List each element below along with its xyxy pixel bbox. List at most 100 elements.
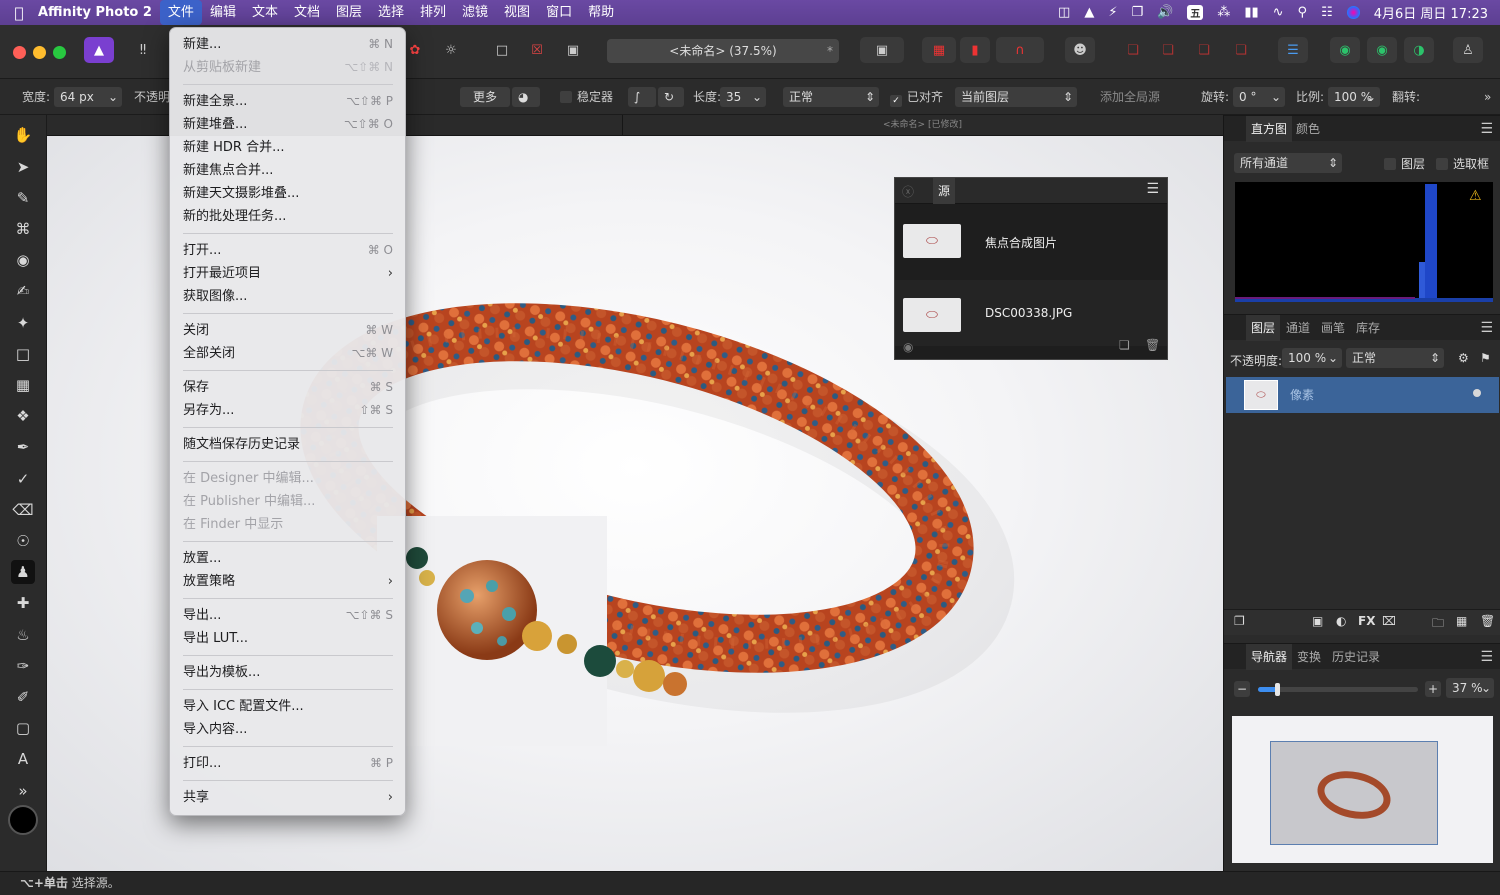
pen-tool-icon[interactable]: ✐ bbox=[11, 685, 35, 709]
bluetooth-icon[interactable]: ⁂ bbox=[1217, 5, 1230, 20]
live-filter-icon[interactable]: ⌧ bbox=[1382, 614, 1396, 628]
pressure-icon[interactable]: ◕ bbox=[512, 87, 540, 107]
minimize-window-button[interactable] bbox=[33, 46, 46, 59]
blend-mode-select[interactable]: 正常 ⇕ bbox=[783, 87, 879, 107]
tab-color[interactable]: 颜色 bbox=[1296, 116, 1320, 142]
snapping-icon[interactable]: ▦ bbox=[922, 37, 956, 63]
red-eye-tool-icon[interactable]: ◉ bbox=[11, 248, 35, 272]
paint-brush-tool-icon[interactable]: ✒ bbox=[11, 435, 35, 459]
more-tools-chevron-icon[interactable]: » bbox=[11, 779, 35, 803]
invert-selection-icon[interactable]: ▣ bbox=[558, 37, 588, 63]
hand-tool-icon[interactable]: ✋ bbox=[11, 123, 35, 147]
retouch-brush-tool-icon[interactable]: ✑ bbox=[11, 654, 35, 678]
clone-stamp-tool-icon[interactable]: ♟ bbox=[11, 560, 35, 584]
move-backward-icon[interactable]: ❏ bbox=[1153, 37, 1183, 63]
menu-view[interactable]: 视图 bbox=[496, 0, 538, 25]
layer-blend-select[interactable]: 正常 ⇕ bbox=[1346, 348, 1444, 368]
zoom-slider[interactable] bbox=[1258, 683, 1418, 696]
source-item[interactable]: ⬭ DSC00338.JPG bbox=[895, 280, 1167, 346]
panel-menu-icon[interactable]: ☰ bbox=[1146, 181, 1159, 197]
document-title-field[interactable]: <未命名> (37.5%) * bbox=[607, 39, 839, 63]
aligned-checkbox[interactable]: ✓ 已对齐 bbox=[890, 79, 943, 115]
app-status-icon[interactable]: ▲ bbox=[1084, 5, 1094, 20]
tab-stock[interactable]: 库存 bbox=[1356, 315, 1380, 341]
close-window-button[interactable] bbox=[13, 46, 26, 59]
crop-tool-icon[interactable]: ⌘ bbox=[11, 217, 35, 241]
file-menu-item[interactable]: 打开... ⌘ O bbox=[175, 239, 401, 262]
file-menu-item[interactable]: 放置... bbox=[175, 547, 401, 570]
eye-icon[interactable]: ◉ bbox=[903, 340, 913, 354]
tab-channels[interactable]: 通道 bbox=[1286, 315, 1310, 341]
stabilizer-checkbox[interactable]: 稳定器 bbox=[560, 79, 613, 115]
layer-styles-icon[interactable]: ❐ bbox=[1234, 614, 1245, 628]
sharpen-tool-icon[interactable]: ♨ bbox=[11, 623, 35, 647]
boolean-xor-icon[interactable]: ◑ bbox=[1404, 37, 1434, 63]
file-menu-item[interactable]: 打开最近项目 › bbox=[175, 262, 401, 285]
tab-transform[interactable]: 变换 bbox=[1297, 644, 1321, 670]
more-button[interactable]: 更多 bbox=[460, 87, 510, 107]
file-menu-item[interactable]: 新建焦点合并... bbox=[175, 159, 401, 182]
file-menu-item[interactable]: 关闭 ⌘ W bbox=[175, 319, 401, 342]
tab-brushes[interactable]: 画笔 bbox=[1321, 315, 1345, 341]
mask-icon[interactable]: ▣ bbox=[1312, 614, 1323, 628]
menu-filters[interactable]: 滤镜 bbox=[454, 0, 496, 25]
file-menu-item[interactable]: 随文档保存历史记录 bbox=[175, 433, 401, 456]
zoom-in-button[interactable]: + bbox=[1425, 681, 1441, 697]
deselect-icon[interactable]: ☒ bbox=[522, 37, 552, 63]
display-icon[interactable]: ◫ bbox=[1058, 5, 1070, 20]
quick-mask-icon[interactable]: ▣ bbox=[860, 37, 904, 63]
file-menu-item[interactable]: 放置策略 › bbox=[175, 570, 401, 593]
zoom-window-button[interactable] bbox=[53, 46, 66, 59]
marquee-checkbox[interactable]: 选取框 bbox=[1436, 155, 1489, 172]
file-menu-item[interactable]: 全部关闭 ⌥⌘ W bbox=[175, 342, 401, 365]
erase-tool-icon[interactable]: ⌫ bbox=[11, 498, 35, 522]
rope-mode-icon[interactable]: ∫ bbox=[628, 87, 656, 107]
boolean-add-icon[interactable]: ◉ bbox=[1330, 37, 1360, 63]
window-icon[interactable]: ❐ bbox=[1131, 5, 1143, 20]
document-tab[interactable]: <未命名> [已修改] bbox=[622, 115, 1222, 136]
clock[interactable]: 4月6日 周日 17:23 bbox=[1374, 3, 1488, 22]
control-center-icon[interactable]: ☷ bbox=[1321, 5, 1333, 20]
rectangle-tool-icon[interactable]: ▢ bbox=[11, 716, 35, 740]
file-menu-item[interactable]: 导出为模板... bbox=[175, 661, 401, 684]
paint-mixer-tool-icon[interactable]: ✓ bbox=[11, 467, 35, 491]
zoom-slider-knob[interactable] bbox=[1275, 683, 1281, 696]
fx-icon[interactable]: FX bbox=[1358, 614, 1375, 628]
layer-opacity-field[interactable]: 100 % ⌄ bbox=[1282, 348, 1342, 368]
file-menu-item[interactable]: 导出 LUT... bbox=[175, 627, 401, 650]
tab-layers[interactable]: 图层 bbox=[1246, 315, 1281, 341]
menu-window[interactable]: 窗口 bbox=[538, 0, 580, 25]
move-back-icon[interactable]: ❏ bbox=[1118, 37, 1148, 63]
boolean-intersect-icon[interactable]: ◉ bbox=[1367, 37, 1397, 63]
delete-source-icon[interactable]: 🗑 bbox=[1145, 338, 1160, 352]
file-menu-item[interactable]: 导入 ICC 配置文件... bbox=[175, 695, 401, 718]
navigator-view-rect[interactable] bbox=[1270, 741, 1438, 845]
menu-edit[interactable]: 编辑 bbox=[202, 0, 244, 25]
fill-tool-icon[interactable]: ▦ bbox=[11, 373, 35, 397]
lock-icon[interactable]: ⚑ bbox=[1480, 351, 1491, 365]
tab-navigator[interactable]: 导航器 bbox=[1246, 644, 1293, 670]
add-source-icon[interactable]: ❏ bbox=[1119, 338, 1130, 352]
siri-icon[interactable] bbox=[1346, 6, 1360, 19]
width-field[interactable]: 64 px ⌄ bbox=[54, 87, 122, 107]
menu-arrange[interactable]: 排列 bbox=[412, 0, 454, 25]
spotlight-search-icon[interactable]: ⚲ bbox=[1298, 5, 1308, 20]
delete-layer-icon[interactable]: 🗑 bbox=[1480, 614, 1495, 628]
rotate-field[interactable]: 0 ° ⌄ bbox=[1233, 87, 1285, 107]
liquify-persona-icon[interactable]: ‼ bbox=[128, 37, 158, 63]
align-icon[interactable]: ☰ bbox=[1278, 37, 1308, 63]
tab-history[interactable]: 历史记录 bbox=[1332, 644, 1380, 670]
healing-brush-tool-icon[interactable]: ✚ bbox=[11, 591, 35, 615]
apple-icon[interactable]:  bbox=[0, 4, 38, 22]
app-name-menu[interactable]: Affinity Photo 2 bbox=[38, 5, 152, 20]
dodge-tool-icon[interactable]: ❖ bbox=[11, 404, 35, 428]
volume-icon[interactable]: 🔊 bbox=[1157, 5, 1173, 20]
menu-file[interactable]: 文件 bbox=[159, 0, 202, 25]
file-menu-item[interactable]: 获取图像... bbox=[175, 285, 401, 308]
file-menu-item[interactable]: 新建堆叠... ⌥⇧⌘ O bbox=[175, 113, 401, 136]
move-forward-icon[interactable]: ❏ bbox=[1189, 37, 1219, 63]
file-menu-item[interactable]: 保存 ⌘ S bbox=[175, 376, 401, 399]
add-pixel-layer-icon[interactable]: ▦ bbox=[1456, 614, 1467, 628]
file-menu-item[interactable]: 导出... ⌥⇧⌘ S bbox=[175, 604, 401, 627]
menu-layer[interactable]: 图层 bbox=[328, 0, 370, 25]
